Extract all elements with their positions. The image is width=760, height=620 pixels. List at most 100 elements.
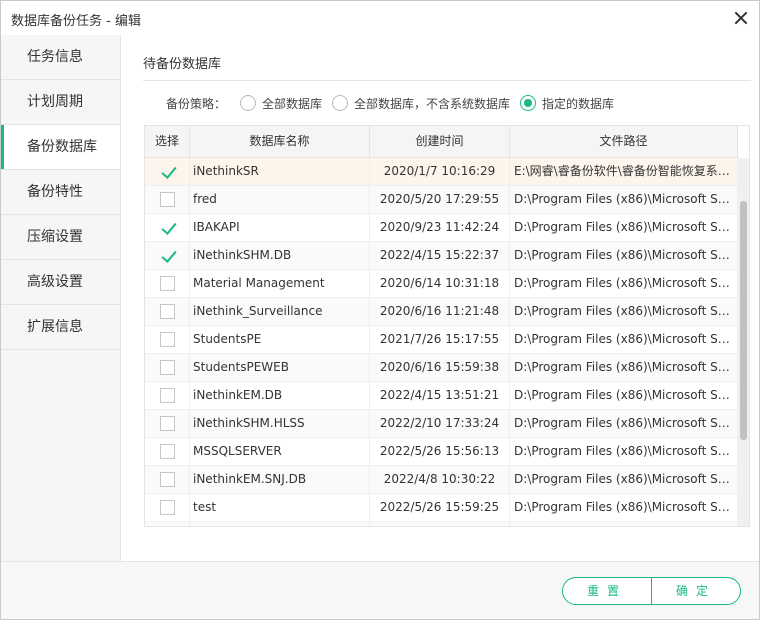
table-row[interactable]: iNethinkEM.DB 2022/4/15 13:51:21 D:\Progra… [145, 382, 738, 410]
table-row[interactable]: iNethinkSHM.HLSS 2022/2/10 17:33:24 D:\Pro… [145, 410, 738, 438]
select-cell [145, 494, 190, 521]
row-checkbox[interactable] [160, 500, 175, 515]
table-row[interactable]: Material Management 2020/6/14 10:31:18 D:\… [145, 270, 738, 298]
radio-label: 全部数据库 [262, 96, 323, 111]
sidebar-item-backup-features[interactable]: 备份特性 [1, 170, 120, 215]
created-time: 2022/2/10 17:33:24 [370, 410, 510, 437]
table-row[interactable]: iNethink_Surveillance 2020/6/16 11:21:48 D… [145, 298, 738, 326]
table-header: 选择 数据库名称 创建时间 文件路径 [145, 126, 738, 158]
reset-button[interactable]: 重置 [562, 577, 652, 605]
file-path: D:\Program Files (x86)\Microsoft SQL Ser… [510, 298, 738, 325]
table-row[interactable]: MSSQLSERVER 2022/5/26 15:56:13 D:\Program … [145, 438, 738, 466]
file-path: D:\Program Files (x86)\Microsoft SQL Ser… [510, 466, 738, 493]
table-row[interactable] [145, 522, 738, 526]
table-body: iNethinkSR 2020/1/7 10:16:29 E:\网睿\睿备份软件\睿… [145, 158, 738, 526]
scrollbar-thumb[interactable] [740, 201, 747, 440]
sidebar-item-advanced[interactable]: 高级设置 [1, 260, 120, 305]
database-name: fred [190, 186, 370, 213]
section-title: 待备份数据库 [143, 57, 222, 72]
row-checkbox[interactable] [160, 472, 175, 487]
file-path: D:\Program Files (x86)\Microsoft SQL Ser… [510, 438, 738, 465]
row-checkbox[interactable] [160, 444, 175, 459]
vertical-scrollbar[interactable] [738, 158, 749, 526]
select-cell [145, 242, 190, 269]
file-path: D:\Program Files (x86)\Microsoft SQL Ser… [510, 354, 738, 381]
select-cell [145, 214, 190, 241]
radio-button[interactable] [332, 95, 349, 111]
file-path: D:\Program Files (x86)\Microsoft SQL Ser… [510, 410, 738, 437]
checkmark-icon[interactable] [160, 248, 175, 263]
column-header-created[interactable]: 创建时间 [370, 126, 510, 157]
select-cell [145, 466, 190, 493]
row-checkbox[interactable] [160, 276, 175, 291]
database-name: iNethinkSHM.DB [190, 242, 370, 269]
sidebar-item-extension-info[interactable]: 扩展信息 [1, 305, 120, 350]
row-checkbox[interactable] [160, 304, 175, 319]
close-icon[interactable] [731, 8, 751, 28]
database-name: StudentsPEWEB [190, 354, 370, 381]
select-cell [145, 158, 190, 185]
database-name: test [190, 494, 370, 521]
row-checkbox[interactable] [160, 416, 175, 431]
row-checkbox[interactable] [160, 360, 175, 375]
sidebar: 任务信息 计划周期 备份数据库 备份特性 压缩设置 高级设置 扩展信息 [1, 35, 121, 561]
select-cell [145, 410, 190, 437]
database-name: iNethinkEM.DB [190, 382, 370, 409]
select-cell [145, 326, 190, 353]
select-cell [145, 522, 190, 526]
database-name: StudentsPE [190, 326, 370, 353]
footer: 重置 确定 [1, 561, 759, 619]
radio-label: 全部数据库，不含系统数据库 [354, 96, 511, 111]
select-cell [145, 354, 190, 381]
table-row[interactable]: StudentsPE 2021/7/26 15:17:55 D:\Program F… [145, 326, 738, 354]
sidebar-item-backup-database[interactable]: 备份数据库 [1, 125, 120, 170]
table-row[interactable]: iNethinkSR 2020/1/7 10:16:29 E:\网睿\睿备份软件\睿… [145, 158, 738, 186]
table-row[interactable]: IBAKAPI 2020/9/23 11:42:24 D:\Program File… [145, 214, 738, 242]
strategy-option-1[interactable]: 全部数据库，不含系统数据库 [332, 95, 510, 112]
created-time: 2022/4/15 13:51:21 [370, 382, 510, 409]
sidebar-item-schedule[interactable]: 计划周期 [1, 80, 120, 125]
radio-button[interactable] [520, 95, 537, 111]
window-title: 数据库备份任务 - 编辑 [11, 14, 141, 29]
strategy-option-0[interactable]: 全部数据库 [240, 95, 322, 112]
dialog-window: 数据库备份任务 - 编辑 任务信息 计划周期 备份数据库 备份特性 压缩设置 高级设置 扩展… [0, 0, 760, 620]
row-checkbox[interactable] [160, 332, 175, 347]
radio-button[interactable] [240, 95, 257, 111]
section-divider [143, 80, 751, 81]
column-header-path[interactable]: 文件路径 [510, 126, 738, 157]
table-row[interactable]: iNethinkEM.SNJ.DB 2022/4/8 10:30:22 D:\Pro… [145, 466, 738, 494]
database-name: iNethinkEM.SNJ.DB [190, 466, 370, 493]
select-cell [145, 382, 190, 409]
file-path: E:\网睿\睿备份软件\睿备份智能恢复系统\数据库 [510, 158, 738, 185]
file-path: D:\Program Files (x86)\Microsoft SQL Ser… [510, 242, 738, 269]
checkmark-icon[interactable] [160, 220, 175, 235]
database-table: 选择 数据库名称 创建时间 文件路径 iNethinkSR 2020/1/7 10… [144, 125, 750, 527]
checkmark-icon[interactable] [160, 164, 175, 179]
row-checkbox[interactable] [160, 388, 175, 403]
created-time: 2022/4/15 15:22:37 [370, 242, 510, 269]
main-content: 待备份数据库 备份策略： 全部数据库 全部数据库，不含系统数据库 指定的数据库 选择… [121, 35, 759, 561]
database-name: IBAKAPI [190, 214, 370, 241]
sidebar-item-compression[interactable]: 压缩设置 [1, 215, 120, 260]
database-name: iNethinkSR [190, 158, 370, 185]
created-time: 2022/4/8 10:30:22 [370, 466, 510, 493]
table-row[interactable]: test 2022/5/26 15:59:25 D:\Program Files (… [145, 494, 738, 522]
column-header-name[interactable]: 数据库名称 [190, 126, 370, 157]
confirm-button[interactable]: 确定 [651, 577, 741, 605]
created-time: 2020/6/16 15:59:38 [370, 354, 510, 381]
database-name: MSSQLSERVER [190, 438, 370, 465]
created-time: 2020/6/14 10:31:18 [370, 270, 510, 297]
strategy-option-2[interactable]: 指定的数据库 [520, 95, 614, 112]
created-time: 2020/6/16 11:21:48 [370, 298, 510, 325]
created-time: 2020/5/20 17:29:55 [370, 186, 510, 213]
table-row[interactable]: StudentsPEWEB 2020/6/16 15:59:38 D:\Progra… [145, 354, 738, 382]
table-row[interactable]: fred 2020/5/20 17:29:55 D:\Program Files (… [145, 186, 738, 214]
sidebar-item-task-info[interactable]: 任务信息 [1, 35, 120, 80]
row-checkbox[interactable] [160, 192, 175, 207]
column-header-select[interactable]: 选择 [145, 126, 190, 157]
file-path: D:\Program Files (x86)\Microsoft SQL Ser… [510, 214, 738, 241]
table-row[interactable]: iNethinkSHM.DB 2022/4/15 15:22:37 D:\Progr… [145, 242, 738, 270]
select-cell [145, 270, 190, 297]
created-time: 2020/1/7 10:16:29 [370, 158, 510, 185]
created-time [370, 522, 510, 526]
